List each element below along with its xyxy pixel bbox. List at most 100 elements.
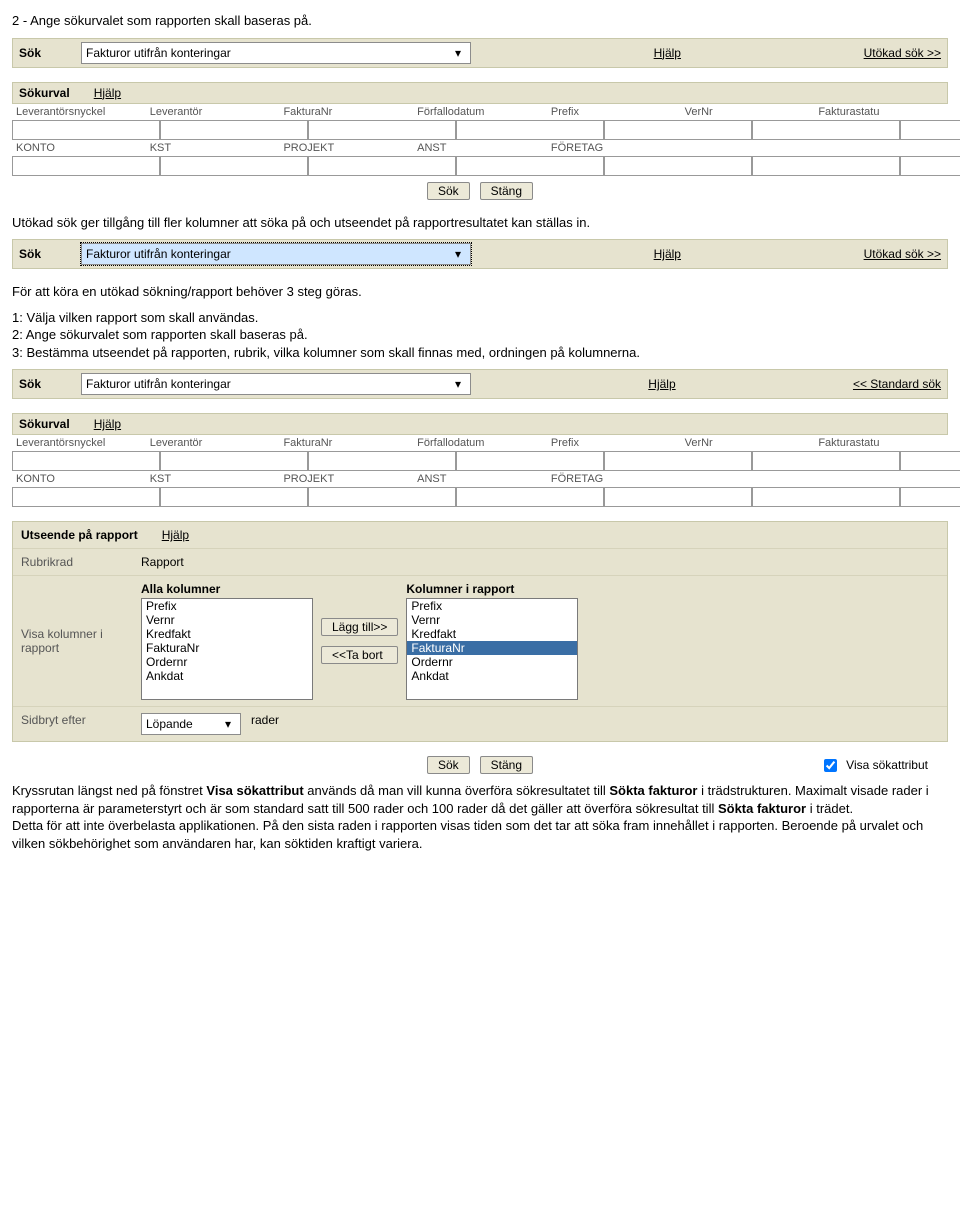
list-item[interactable]: Ordernr xyxy=(407,655,577,669)
stang-button-2[interactable]: Stäng xyxy=(480,756,533,774)
sok-select-1[interactable]: Fakturor utifrån konteringar ▾ xyxy=(81,42,471,64)
utseende-help[interactable]: Hjälp xyxy=(162,528,189,542)
filter-input[interactable] xyxy=(604,120,752,140)
filter-input[interactable] xyxy=(900,120,960,140)
sokurval-block-1: Sökurval Hjälp Leverantörsnyckel Leveran… xyxy=(12,82,948,200)
col-head: Fakturastatu xyxy=(814,435,948,451)
visa-sokattribut: Visa sökattribut xyxy=(820,756,928,775)
list-item[interactable]: Ankdat xyxy=(407,669,577,683)
sok-button-1[interactable]: Sök xyxy=(427,182,470,200)
col-head: FÖRETAG xyxy=(547,140,681,156)
filter-input[interactable] xyxy=(900,451,960,471)
list-item[interactable]: Prefix xyxy=(142,599,312,613)
sokurval-header-1: Sökurval Hjälp xyxy=(12,82,948,104)
stang-button-1[interactable]: Stäng xyxy=(480,182,533,200)
col-head: PROJEKT xyxy=(279,140,413,156)
col-head: VerNr xyxy=(681,104,815,120)
filter-input[interactable] xyxy=(308,156,456,176)
ta-bort-button[interactable]: <<Ta bort xyxy=(321,646,398,664)
col-head: Leverantörsnyckel xyxy=(12,104,146,120)
filter-input[interactable] xyxy=(456,487,604,507)
filter-input[interactable] xyxy=(12,451,160,471)
filter-input[interactable] xyxy=(456,451,604,471)
filter-input[interactable] xyxy=(308,120,456,140)
col-head: KONTO xyxy=(12,140,146,156)
sok-button-2[interactable]: Sök xyxy=(427,756,470,774)
filter-input[interactable] xyxy=(160,156,308,176)
col-head xyxy=(814,471,948,487)
filter-input[interactable] xyxy=(12,156,160,176)
sokurval-inputs-2b xyxy=(12,487,948,507)
filter-input[interactable] xyxy=(160,451,308,471)
sok-bar-3: Sök Fakturor utifrån konteringar ▾ Hjälp… xyxy=(12,369,948,399)
chevron-down-icon: ▾ xyxy=(220,717,236,731)
list-item[interactable]: FakturaNr xyxy=(142,641,312,655)
sidbryt-select[interactable]: Löpande ▾ xyxy=(141,713,241,735)
list-item[interactable]: Ankdat xyxy=(142,669,312,683)
sokurval-help-1[interactable]: Hjälp xyxy=(94,86,121,100)
list-item[interactable]: Kredfakt xyxy=(142,627,312,641)
filter-input[interactable] xyxy=(308,487,456,507)
filter-input[interactable] xyxy=(604,451,752,471)
filter-input[interactable] xyxy=(752,487,900,507)
sok-select-2[interactable]: Fakturor utifrån konteringar ▾ xyxy=(81,243,471,265)
filter-input[interactable] xyxy=(752,156,900,176)
list-item[interactable]: Vernr xyxy=(407,613,577,627)
visa-sokattribut-checkbox[interactable] xyxy=(824,759,837,772)
kolumner-row: Visa kolumner i rapport Alla kolumner Pr… xyxy=(13,575,947,706)
filter-input[interactable] xyxy=(308,451,456,471)
filter-input[interactable] xyxy=(900,487,960,507)
visa-kolumner-label: Visa kolumner i rapport xyxy=(21,627,131,655)
help-link-3[interactable]: Hjälp xyxy=(648,377,675,391)
list-item[interactable]: Kredfakt xyxy=(407,627,577,641)
list-item[interactable]: Prefix xyxy=(407,599,577,613)
filter-input[interactable] xyxy=(752,451,900,471)
col-head: KST xyxy=(146,471,280,487)
sok-label-2: Sök xyxy=(19,247,73,261)
filter-input[interactable] xyxy=(12,487,160,507)
col-head: FakturaNr xyxy=(279,104,413,120)
listboxes: Alla kolumner Prefix Vernr Kredfakt Fakt… xyxy=(141,582,578,700)
sokurval-inputs-2a xyxy=(12,451,948,471)
lagg-till-button[interactable]: Lägg till>> xyxy=(321,618,398,636)
filter-input[interactable] xyxy=(160,487,308,507)
col-head: ANST xyxy=(413,471,547,487)
list-item[interactable]: FakturaNr xyxy=(407,641,577,655)
list-item[interactable]: Ordernr xyxy=(142,655,312,669)
col-head: PROJEKT xyxy=(279,471,413,487)
btn-row-1: Sök Stäng xyxy=(12,182,948,200)
sokurval-header-2: Sökurval Hjälp xyxy=(12,413,948,435)
utokad-link-1[interactable]: Utökad sök >> xyxy=(864,46,941,60)
col-head: Leverantör xyxy=(146,104,280,120)
sokurval-inputs-1b xyxy=(12,156,948,176)
help-link-1[interactable]: Hjälp xyxy=(654,46,681,60)
sok-select-3[interactable]: Fakturor utifrån konteringar ▾ xyxy=(81,373,471,395)
filter-input[interactable] xyxy=(12,120,160,140)
standard-link[interactable]: << Standard sök xyxy=(853,377,941,391)
sokurval-colheads-2a: Leverantörsnyckel Leverantör FakturaNr F… xyxy=(12,435,948,451)
filter-input[interactable] xyxy=(900,156,960,176)
sok-bar-2: Sök Fakturor utifrån konteringar ▾ Hjälp… xyxy=(12,239,948,269)
filter-input[interactable] xyxy=(456,156,604,176)
sok-label-3: Sök xyxy=(19,377,73,391)
filter-input[interactable] xyxy=(160,120,308,140)
utokad-link-2[interactable]: Utökad sök >> xyxy=(864,247,941,261)
i-rapport-list[interactable]: Prefix Vernr Kredfakt FakturaNr Ordernr … xyxy=(406,598,578,700)
help-link-2[interactable]: Hjälp xyxy=(654,247,681,261)
alla-kolumner-title: Alla kolumner xyxy=(141,582,313,596)
sidbryt-row: Sidbryt efter Löpande ▾ rader xyxy=(13,706,947,741)
col-head: Förfallodatum xyxy=(413,435,547,451)
filter-input[interactable] xyxy=(604,487,752,507)
rader-label: rader xyxy=(251,713,279,727)
sok-value-1: Fakturor utifrån konteringar xyxy=(86,46,231,60)
col-head: Prefix xyxy=(547,435,681,451)
list-item[interactable]: Vernr xyxy=(142,613,312,627)
filter-input[interactable] xyxy=(752,120,900,140)
filter-input[interactable] xyxy=(604,156,752,176)
sokurval-help-2[interactable]: Hjälp xyxy=(94,417,121,431)
p3: För att köra en utökad sökning/rapport b… xyxy=(12,283,948,301)
sok-label: Sök xyxy=(19,46,73,60)
sokurval-colheads-1b: KONTO KST PROJEKT ANST FÖRETAG xyxy=(12,140,948,156)
alla-kolumner-list[interactable]: Prefix Vernr Kredfakt FakturaNr Ordernr … xyxy=(141,598,313,700)
filter-input[interactable] xyxy=(456,120,604,140)
